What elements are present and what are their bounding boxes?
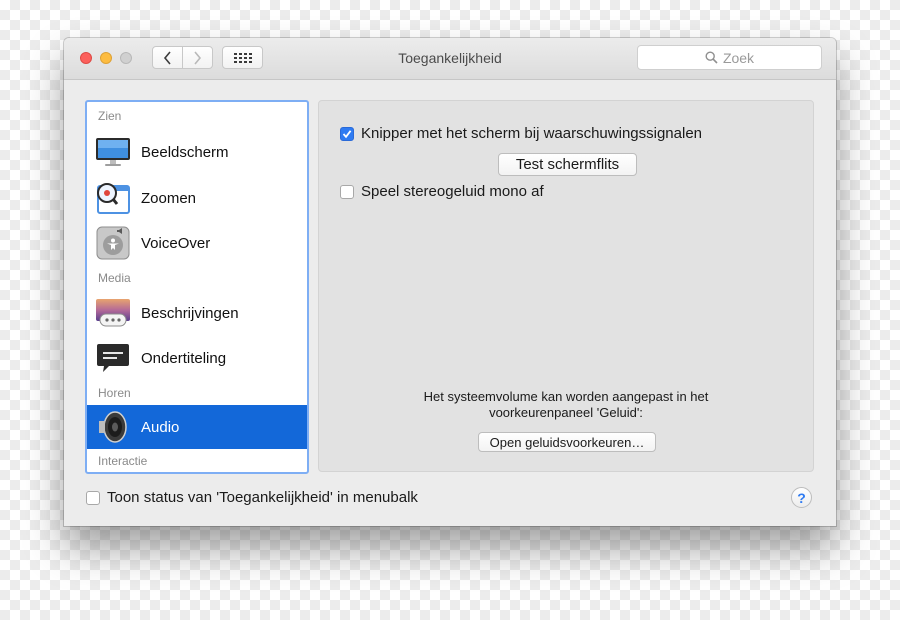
audio-settings-panel: Knipper met het scherm bij waarschuwings… — [318, 100, 814, 472]
section-header-media: Media — [98, 271, 131, 285]
search-placeholder: Zoek — [722, 49, 755, 66]
sidebar-item-beeldscherm[interactable]: Beeldscherm — [87, 130, 307, 174]
sidebar-item-label: Ondertiteling — [141, 349, 227, 367]
zoom-icon — [95, 180, 131, 216]
checkmark-icon — [342, 129, 352, 138]
open-sound-preferences-button[interactable]: Open geluidsvoorkeuren… — [478, 432, 656, 452]
sidebar-item-voiceover[interactable]: VoiceOver — [87, 221, 307, 265]
display-icon — [95, 134, 131, 170]
menubar-status-checkbox[interactable] — [86, 490, 100, 505]
flash-screen-label: Knipper met het scherm bij waarschuwings… — [361, 125, 703, 142]
flash-screen-row[interactable]: Knipper met het scherm bij waarschuwings… — [340, 125, 702, 142]
flash-screen-checkbox[interactable] — [340, 126, 354, 141]
sidebar-item-label: Beschrijvingen — [141, 304, 239, 322]
sidebar-item-label: Zoomen — [141, 189, 197, 207]
help-button[interactable]: ? — [791, 487, 812, 508]
section-header-horen: Horen — [98, 386, 131, 400]
mono-audio-checkbox[interactable] — [340, 184, 354, 199]
captions-icon — [95, 340, 131, 376]
section-header-zien: Zien — [98, 109, 122, 123]
descriptions-icon — [95, 295, 131, 331]
sidebar-item-ondertiteling[interactable]: Ondertiteling — [87, 336, 307, 380]
search-field[interactable]: Zoek — [637, 45, 822, 70]
mono-audio-label: Speel stereogeluid mono af — [361, 183, 544, 200]
preferences-window: Toegankelijkheid Zoek Zien Beeldscherm Z… — [64, 38, 836, 526]
speaker-icon — [95, 409, 131, 445]
voiceover-icon — [95, 225, 131, 261]
titlebar: Toegankelijkheid Zoek — [64, 38, 836, 80]
sidebar-item-label: Beeldscherm — [141, 143, 229, 161]
mono-audio-row[interactable]: Speel stereogeluid mono af — [340, 183, 544, 200]
sidebar-item-beschrijvingen[interactable]: Beschrijvingen — [87, 291, 307, 335]
sidebar-item-label: VoiceOver — [141, 234, 211, 252]
search-icon — [705, 51, 718, 64]
menubar-status-row[interactable]: Toon status van 'Toegankelijkheid' in me… — [86, 489, 418, 506]
menubar-status-label: Toon status van 'Toegankelijkheid' in me… — [107, 489, 418, 506]
sidebar-item-audio[interactable]: Audio — [87, 405, 307, 449]
system-volume-note: Het systeemvolume kan worden aangepast i… — [423, 389, 709, 420]
section-header-interactie: Interactie — [98, 454, 148, 468]
category-sidebar[interactable]: Zien Beeldscherm Zoomen VoiceOver Media … — [85, 100, 309, 474]
sidebar-item-label: Audio — [141, 418, 180, 436]
sidebar-item-zoomen[interactable]: Zoomen — [87, 176, 307, 220]
test-screen-flash-button[interactable]: Test schermflits — [498, 153, 637, 176]
